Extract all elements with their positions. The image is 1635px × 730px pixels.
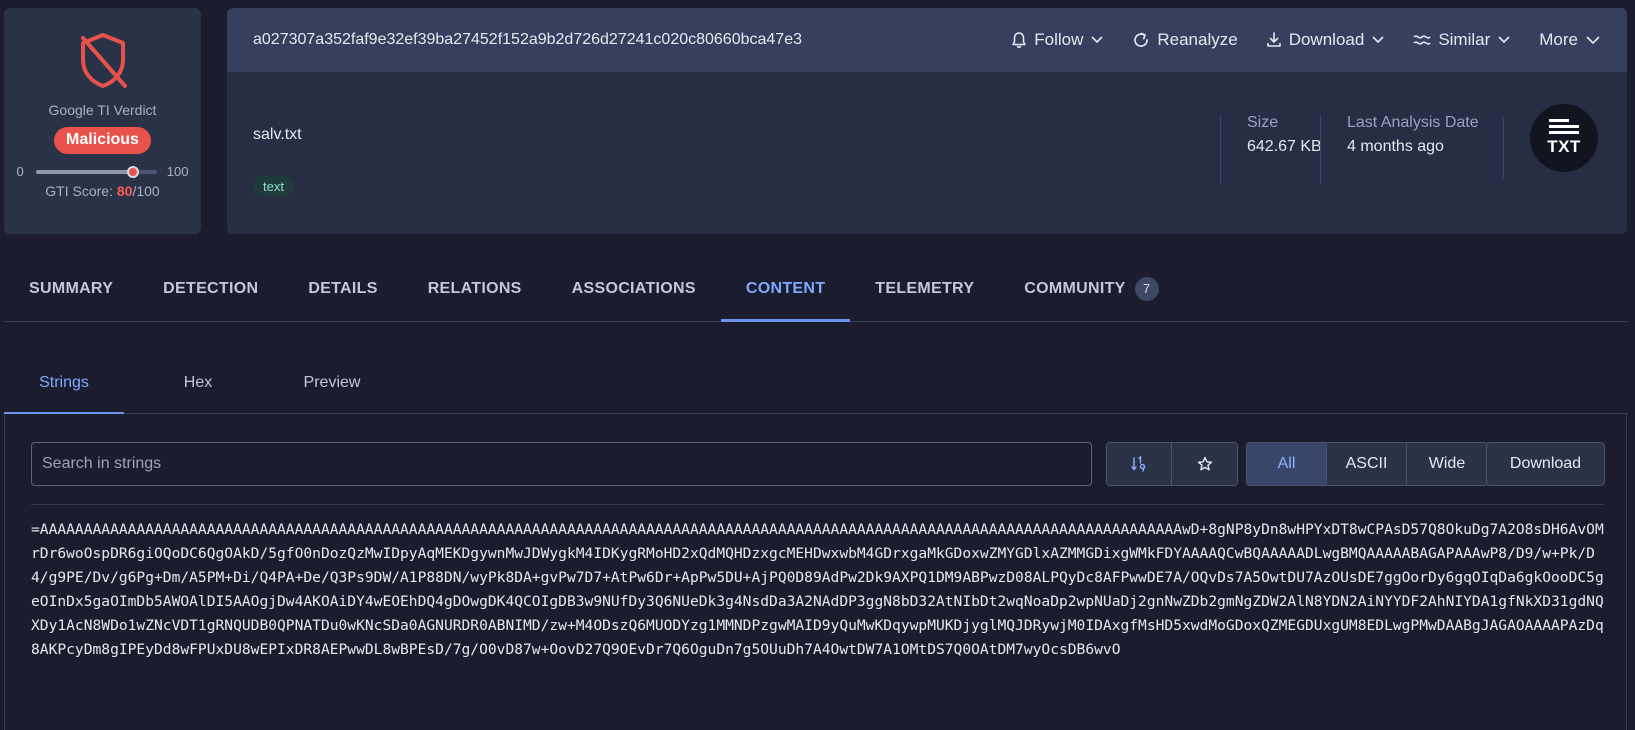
file-hash[interactable]: a027307a352faf9e32ef39ba27452f152a9b2d72… (253, 31, 802, 49)
similar-button[interactable]: Similar (1413, 30, 1511, 50)
sort-numeric-icon (1131, 455, 1146, 472)
file-size: Size 642.67 KB (1220, 114, 1322, 184)
toolbar-divider (31, 504, 1603, 505)
more-label: More (1539, 30, 1578, 49)
search-strings-input[interactable] (31, 442, 1092, 486)
filter-ascii-button[interactable]: ASCII (1327, 443, 1407, 485)
gti-score-value: 80 (116, 183, 133, 199)
chevron-down-icon (1586, 36, 1600, 45)
file-type-label: TXT (1547, 137, 1581, 156)
gti-score-suffix: /100 (132, 183, 160, 199)
subtab-strings[interactable]: Strings (4, 352, 124, 415)
tab-detection[interactable]: DETECTION (138, 256, 283, 321)
filter-all-button[interactable]: All (1247, 443, 1327, 485)
tab-telemetry[interactable]: TELEMETRY (850, 256, 999, 321)
main-tabs: SUMMARY DETECTION DETAILS RELATIONS ASSO… (4, 256, 1627, 322)
tab-community-label: COMMUNITY (1024, 279, 1126, 297)
tab-community[interactable]: COMMUNITY 7 (999, 256, 1183, 321)
refresh-icon (1134, 32, 1149, 47)
tab-summary[interactable]: SUMMARY (4, 256, 138, 321)
score-track (35, 165, 157, 178)
gti-score-label: GTI Score: (45, 183, 117, 199)
strings-output[interactable]: =AAAAAAAAAAAAAAAAAAAAAAAAAAAAAAAAAAAAAAA… (31, 518, 1607, 718)
file-size-value: 642.67 KB (1247, 138, 1322, 155)
star-icon (1197, 456, 1212, 471)
tab-relations[interactable]: RELATIONS (403, 256, 547, 321)
favorite-button[interactable] (1172, 443, 1237, 485)
chevron-down-icon (1372, 36, 1384, 44)
strings-panel: All ASCII Wide Download =AAAAAAAAAAAAAAA… (4, 414, 1627, 730)
similar-waves-icon (1413, 35, 1431, 45)
bell-icon (1012, 32, 1027, 49)
score-thumb (126, 165, 139, 178)
strings-toolbar: All ASCII Wide Download (31, 442, 1605, 486)
content-subtabs: Strings Hex Preview (4, 352, 1627, 415)
sort-numeric-button[interactable] (1107, 443, 1172, 485)
last-analysis-date: Last Analysis Date 4 months ago (1320, 114, 1479, 184)
filter-wide-button[interactable]: Wide (1407, 443, 1487, 485)
score-scale-max: 100 (166, 164, 189, 179)
header-actions: Follow Reanalyze Download Similar More (983, 30, 1601, 50)
download-menu-label: Download (1288, 30, 1365, 49)
score-scale-min: 0 (16, 164, 24, 179)
encoding-filter-group: All ASCII Wide (1246, 442, 1488, 486)
txt-lines-icon (1549, 119, 1579, 134)
reanalyze-label: Reanalyze (1157, 30, 1238, 49)
last-analysis-date-label: Last Analysis Date (1347, 114, 1479, 131)
subtab-hex[interactable]: Hex (138, 352, 258, 414)
chevron-down-icon (1091, 36, 1103, 44)
similar-label: Similar (1438, 30, 1491, 49)
txt-file-icon: TXT (1530, 104, 1598, 172)
hash-bar: a027307a352faf9e32ef39ba27452f152a9b2d72… (227, 8, 1627, 72)
meta-separator (1503, 118, 1504, 178)
tab-details[interactable]: DETAILS (283, 256, 402, 321)
verdict-badge: Malicious (54, 127, 151, 154)
file-name: salv.txt (253, 126, 302, 143)
follow-label: Follow (1034, 30, 1084, 49)
file-tag[interactable]: text (253, 176, 294, 197)
shield-off-icon (80, 33, 127, 88)
tab-content[interactable]: CONTENT (720, 256, 851, 322)
more-button[interactable]: More (1539, 30, 1601, 50)
score-scale: 0 100 (17, 164, 189, 179)
download-strings-button[interactable]: Download (1486, 442, 1605, 486)
file-size-label: Size (1247, 114, 1279, 131)
chevron-down-icon (1498, 36, 1510, 44)
download-menu-button[interactable]: Download (1266, 30, 1386, 50)
tab-associations[interactable]: ASSOCIATIONS (547, 256, 721, 321)
gti-score: GTI Score: 80/100 (45, 183, 159, 199)
file-info: salv.txt text Size 642.67 KB Last Analys… (227, 72, 1627, 234)
download-icon (1266, 32, 1281, 47)
last-analysis-date-value: 4 months ago (1347, 138, 1444, 155)
string-options-group (1106, 442, 1238, 486)
file-header-card: a027307a352faf9e32ef39ba27452f152a9b2d72… (227, 8, 1627, 234)
subtab-preview[interactable]: Preview (272, 352, 392, 414)
follow-button[interactable]: Follow (1011, 30, 1104, 50)
verdict-title: Google TI Verdict (48, 102, 157, 118)
community-count-badge: 7 (1134, 276, 1159, 301)
reanalyze-button[interactable]: Reanalyze (1132, 30, 1238, 50)
score-fill (35, 169, 133, 174)
verdict-card: Google TI Verdict Malicious 0 100 GTI Sc… (4, 8, 201, 234)
